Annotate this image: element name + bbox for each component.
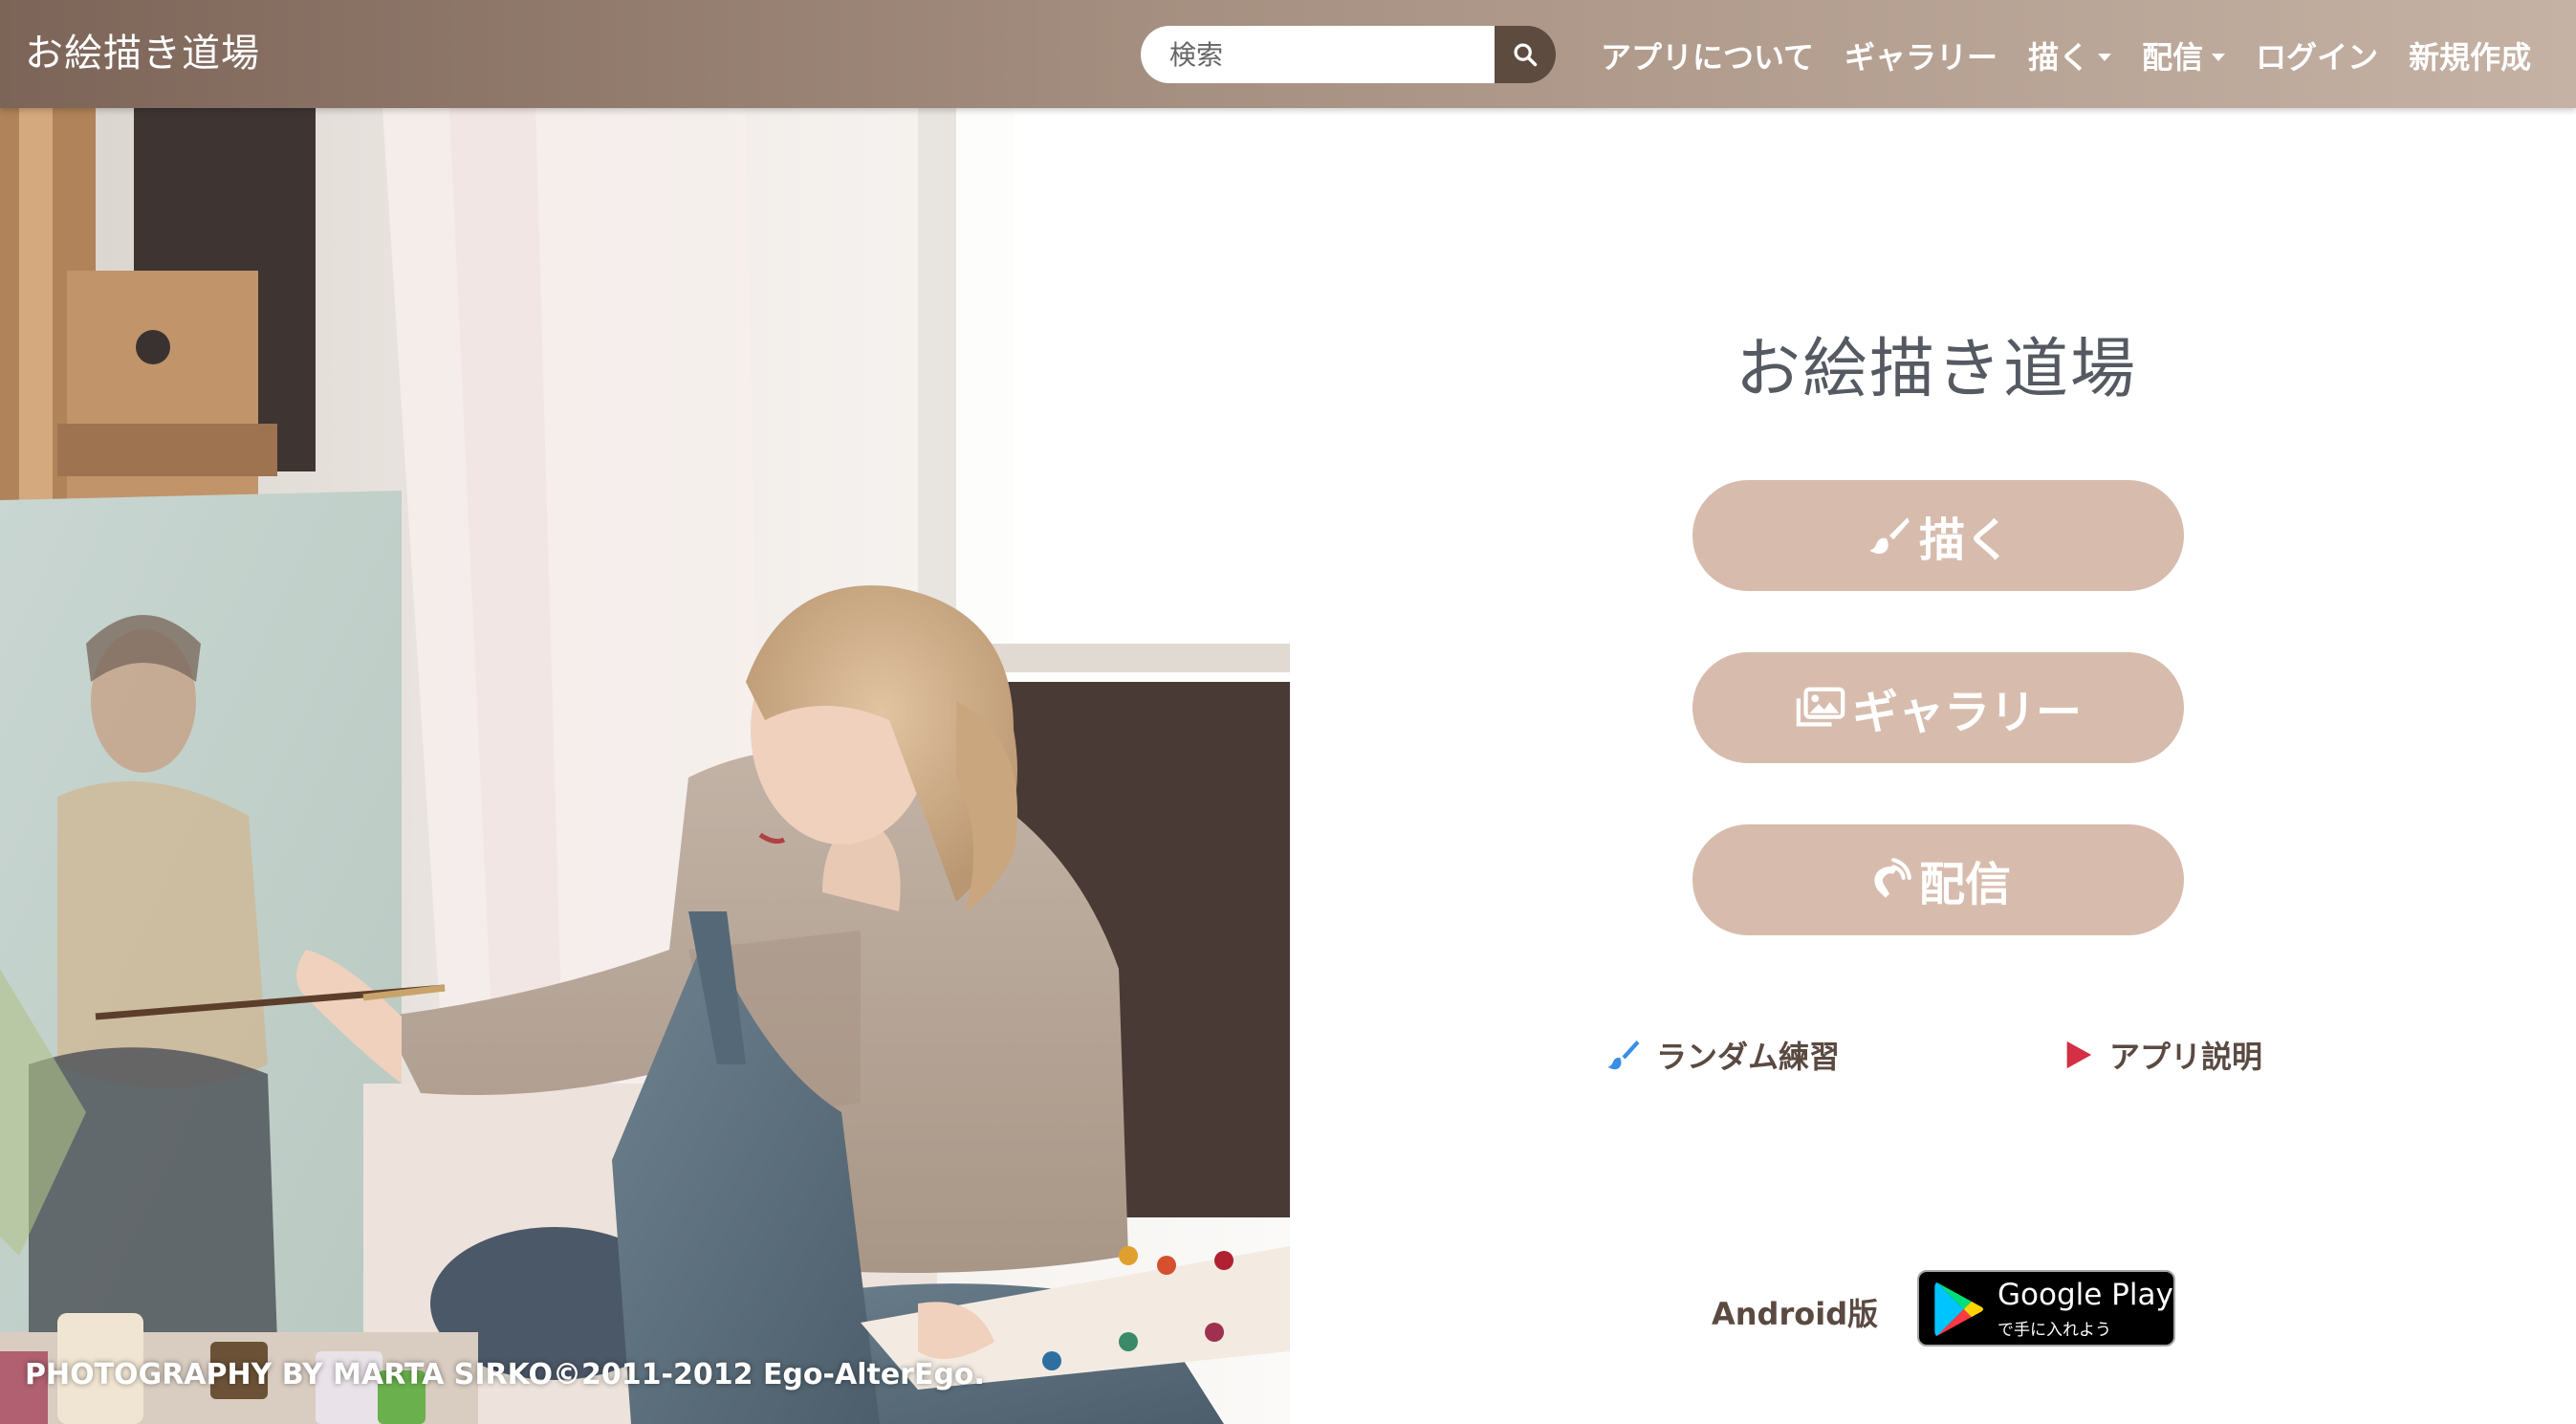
nav-about-label: アプリについて bbox=[1601, 39, 1815, 76]
draw-button[interactable]: 描く bbox=[1692, 480, 2184, 591]
broadcast-icon bbox=[1874, 858, 1911, 898]
stream-button-label: 配信 bbox=[1918, 858, 2011, 911]
brand-logo[interactable]: お絵描き道場 bbox=[25, 25, 260, 82]
android-label: Android版 bbox=[1712, 1296, 1879, 1332]
paintbrush-icon bbox=[1869, 517, 1910, 555]
page-title: お絵描き道場 bbox=[1735, 332, 2137, 407]
draw-button-label: 描く bbox=[1918, 514, 2011, 567]
nav-gallery[interactable]: ギャラリー bbox=[1845, 33, 1997, 77]
brush-icon bbox=[1607, 1041, 1640, 1070]
images-icon bbox=[1796, 687, 1845, 727]
random-practice-link[interactable]: ランダム練習 bbox=[1606, 1033, 1840, 1077]
nav-signup-label: 新規作成 bbox=[2409, 39, 2532, 76]
gallery-button-label: ギャラリー bbox=[1851, 686, 2082, 739]
nav-login-label: ログイン bbox=[2256, 39, 2379, 76]
app-guide-link[interactable]: アプリ説明 bbox=[2062, 1033, 2262, 1077]
chevron-down-icon bbox=[2098, 54, 2112, 61]
nav-login[interactable]: ログイン bbox=[2256, 33, 2378, 77]
nav-menu: アプリについて ギャラリー 描く 配信 ログイン 新規作成 bbox=[1601, 30, 2531, 81]
stream-button[interactable]: 配信 bbox=[1692, 824, 2184, 935]
random-practice-label: ランダム練習 bbox=[1656, 1039, 1841, 1075]
nav-draw-dropdown[interactable]: 描く bbox=[2028, 33, 2112, 77]
top-navbar: お絵描き道場 アプリについて ギャラリー 描く 配信 ログイン 新規作成 bbox=[0, 0, 2576, 108]
nav-gallery-label: ギャラリー bbox=[1845, 39, 1998, 76]
search-form bbox=[1141, 26, 1556, 83]
photo-credit: PHOTOGRAPHY BY MARTA SIRKO©2011-2012 Ego… bbox=[25, 1358, 985, 1391]
play-icon bbox=[2066, 1041, 2092, 1069]
search-icon bbox=[1514, 43, 1538, 67]
nav-signup[interactable]: 新規作成 bbox=[2409, 33, 2531, 77]
nav-draw-label: 描く bbox=[2028, 39, 2090, 76]
search-button[interactable] bbox=[1495, 26, 1556, 83]
google-play-badge[interactable]: Google Play で手に入れよう bbox=[1917, 1270, 2175, 1347]
google-play-subtitle: で手に入れよう bbox=[1997, 1321, 2111, 1340]
search-input[interactable] bbox=[1141, 26, 1495, 83]
google-play-title: Google Play bbox=[1997, 1278, 2173, 1312]
nav-stream-label: 配信 bbox=[2142, 39, 2204, 76]
chevron-down-icon bbox=[2212, 54, 2226, 61]
artist-painting-illustration bbox=[0, 108, 1290, 1424]
nav-stream-dropdown[interactable]: 配信 bbox=[2142, 33, 2226, 77]
google-play-icon bbox=[1934, 1282, 1984, 1336]
nav-about[interactable]: アプリについて bbox=[1601, 33, 1814, 77]
gallery-button[interactable]: ギャラリー bbox=[1692, 652, 2184, 763]
app-guide-label: アプリ説明 bbox=[2109, 1039, 2263, 1075]
hero-photo bbox=[0, 108, 1290, 1424]
